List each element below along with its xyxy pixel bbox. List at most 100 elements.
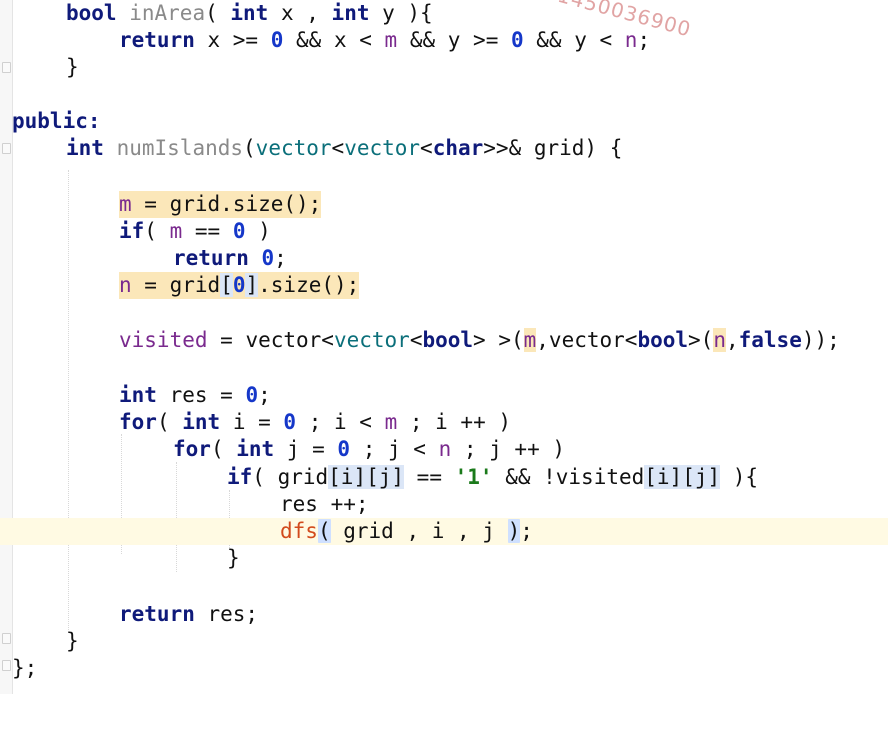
code-text: ; j < bbox=[350, 437, 439, 461]
code-text: i = bbox=[220, 410, 284, 434]
code-text: y ){ bbox=[369, 1, 433, 25]
number-literal: 0 bbox=[232, 219, 246, 243]
code-text: res = bbox=[156, 383, 246, 407]
code-text: ){ bbox=[720, 465, 759, 489]
code-text: && y < bbox=[523, 28, 625, 52]
current-code-line[interactable]: dfs( grid , i , j ); bbox=[0, 518, 888, 545]
type-name: vector bbox=[255, 136, 332, 160]
field-ref: m bbox=[384, 28, 398, 52]
code-line[interactable]: m = grid.size(); bbox=[0, 191, 888, 218]
code-line[interactable]: }; bbox=[0, 655, 888, 682]
code-text: ; i ++ ) bbox=[397, 410, 512, 434]
field-ref: m bbox=[119, 192, 132, 216]
keyword: bool bbox=[422, 328, 474, 352]
code-text: ( bbox=[205, 1, 231, 25]
bracket: [j] bbox=[366, 465, 405, 489]
code-line[interactable]: if( m == 0 ) bbox=[0, 218, 888, 245]
matched-bracket: ) bbox=[507, 519, 521, 543]
code-text: ( grid bbox=[252, 465, 329, 489]
keyword: char bbox=[432, 136, 484, 160]
keyword: if bbox=[227, 465, 253, 489]
code-text: ; j ++ ) bbox=[451, 437, 566, 461]
code-editor[interactable]: t 1450036900 bool inArea( int x , int y … bbox=[0, 0, 888, 694]
number-literal: 0 bbox=[270, 28, 284, 52]
code-line[interactable]: } bbox=[0, 545, 888, 572]
keyword: return bbox=[119, 28, 195, 52]
code-line[interactable]: return x >= 0 && x < m && y >= 0 && y < … bbox=[0, 27, 888, 54]
code-line[interactable]: } bbox=[0, 54, 888, 81]
code-text: res; bbox=[194, 602, 259, 626]
code-text: ; bbox=[637, 28, 651, 52]
code-text: && !visited bbox=[492, 465, 645, 489]
keyword: int bbox=[331, 1, 370, 25]
code-line[interactable]: int numIslands(vector<vector<char>>& gri… bbox=[0, 135, 888, 162]
code-text: < bbox=[420, 136, 433, 160]
matched-bracket: ( bbox=[317, 519, 331, 543]
code-text: , bbox=[725, 328, 739, 352]
keyword: int bbox=[182, 410, 221, 434]
code-text: > >( bbox=[473, 328, 524, 352]
number-literal: 0 bbox=[337, 437, 351, 461]
code-text: == bbox=[404, 465, 455, 489]
code-line[interactable]: return res; bbox=[0, 601, 888, 628]
keyword: int bbox=[66, 136, 104, 160]
function-call: dfs bbox=[280, 519, 318, 543]
code-text: < bbox=[331, 136, 345, 160]
code-line[interactable]: bool inArea( int x , int y ){ bbox=[0, 0, 888, 27]
code-text: ; bbox=[258, 383, 271, 407]
code-line[interactable]: visited = vector<vector<bool> >(m,vector… bbox=[0, 327, 888, 354]
field-ref: m bbox=[384, 410, 398, 434]
code-line[interactable]: if( grid[i][j] == '1' && !visited[i][j] … bbox=[0, 464, 888, 491]
code-line[interactable]: n = grid[0].size(); bbox=[0, 272, 888, 299]
code-text: && x < bbox=[283, 28, 385, 52]
code-text: == bbox=[182, 219, 233, 243]
field-ref: m bbox=[523, 328, 537, 352]
keyword: for bbox=[119, 410, 157, 434]
number-literal: 0 bbox=[283, 410, 297, 434]
code-text: res ++; bbox=[280, 492, 369, 516]
code-text: ( bbox=[144, 219, 170, 243]
keyword: false bbox=[738, 328, 802, 352]
function-name: numIslands bbox=[103, 136, 244, 160]
code-line[interactable]: return 0; bbox=[0, 245, 888, 272]
code-line[interactable]: int res = 0; bbox=[0, 382, 888, 409]
keyword: bool bbox=[637, 328, 689, 352]
field-ref: n bbox=[119, 273, 132, 297]
code-line[interactable]: res ++; bbox=[0, 491, 888, 518]
code-text: ( bbox=[156, 410, 183, 434]
code-text: = vector< bbox=[207, 328, 334, 352]
keyword: for bbox=[173, 437, 211, 461]
code-text: = grid bbox=[131, 273, 221, 297]
code-text: ; i < bbox=[296, 410, 385, 434]
code-text: x >= bbox=[194, 28, 271, 52]
code-line[interactable]: for( int j = 0 ; j < n ; j ++ ) bbox=[0, 436, 888, 463]
code-text: ) bbox=[245, 219, 271, 243]
keyword: int bbox=[119, 383, 157, 407]
code-line[interactable]: public: bbox=[0, 108, 888, 135]
keyword: int bbox=[236, 437, 275, 461]
code-text: && y >= bbox=[397, 28, 511, 52]
code-text: } bbox=[227, 546, 240, 570]
field-ref: n bbox=[624, 28, 638, 52]
keyword: bool bbox=[66, 1, 117, 25]
number-literal: 0 bbox=[245, 383, 259, 407]
code-text: = grid.size(); bbox=[131, 192, 322, 216]
code-text: } bbox=[66, 55, 79, 79]
code-line[interactable]: for( int i = 0 ; i < m ; i ++ ) bbox=[0, 409, 888, 436]
code-text: >( bbox=[688, 328, 714, 352]
code-line[interactable]: } bbox=[0, 628, 888, 655]
keyword: return bbox=[173, 246, 249, 270]
code-text: j = bbox=[274, 437, 338, 461]
code-text: } bbox=[66, 629, 79, 653]
bracket: [i] bbox=[644, 465, 683, 489]
access-specifier: public: bbox=[12, 109, 101, 133]
bracket: [ bbox=[220, 273, 233, 297]
number-literal: 0 bbox=[510, 28, 524, 52]
field-ref: m bbox=[169, 219, 183, 243]
code-text: >>& grid) { bbox=[483, 136, 623, 160]
number-literal: 0 bbox=[261, 246, 275, 270]
code-text: grid , i , j bbox=[330, 519, 508, 543]
function-name: inArea bbox=[129, 1, 206, 25]
code-text: }; bbox=[12, 656, 38, 680]
